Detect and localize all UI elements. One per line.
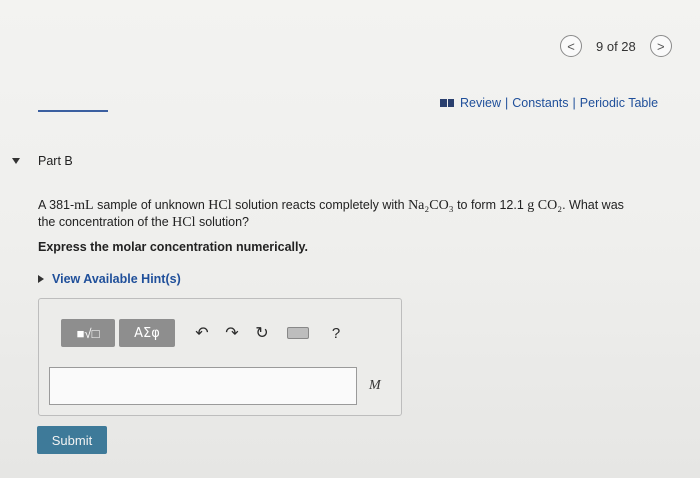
reset-icon[interactable]: ↻ — [255, 323, 269, 343]
resource-links: Review | Constants | Periodic Table — [440, 96, 658, 110]
question-segment: to form 12.1 — [453, 198, 528, 212]
book-icon — [440, 99, 454, 107]
expand-triangle-icon — [38, 275, 44, 283]
question-counter: 9 of 28 — [596, 38, 636, 54]
question-segment: A 381- — [38, 198, 75, 212]
question-navigation: < 9 of 28 > — [560, 35, 672, 57]
math-toolbar: ■√□ ΑΣφ ↶ ↷ ↻ ? — [61, 319, 343, 347]
question-segment: . What was — [562, 198, 624, 212]
constants-link[interactable]: Constants — [512, 96, 568, 110]
redo-icon[interactable]: ↷ — [225, 323, 239, 343]
formula-hcl: HCl — [208, 198, 232, 213]
unit-ml: mL — [74, 198, 94, 213]
question-segment: the concentration of the — [38, 215, 173, 229]
question-segment: solution reacts completely with — [231, 198, 409, 212]
formula-na2co3: Na₂CO₃ — [408, 198, 454, 213]
header-divider — [38, 110, 108, 112]
hint-label: View Available Hint(s) — [52, 272, 181, 286]
collapse-triangle-icon — [12, 158, 20, 164]
help-icon[interactable]: ? — [329, 325, 343, 342]
templates-button[interactable]: ■√□ — [61, 319, 115, 347]
review-link[interactable]: Review — [460, 96, 501, 110]
periodic-table-link[interactable]: Periodic Table — [580, 96, 658, 110]
answer-panel: ■√□ ΑΣφ ↶ ↷ ↻ ? M — [38, 298, 402, 416]
answer-instruction: Express the molar concentration numerica… — [38, 240, 308, 254]
link-separator: | — [505, 96, 509, 110]
previous-button[interactable]: < — [560, 35, 582, 57]
chevron-right-icon: > — [656, 38, 665, 54]
undo-icon[interactable]: ↶ — [195, 323, 209, 343]
submit-button[interactable]: Submit — [37, 426, 107, 454]
keyboard-icon[interactable] — [287, 327, 309, 339]
view-hints-toggle[interactable]: View Available Hint(s) — [38, 272, 181, 286]
part-header[interactable]: Part B — [12, 154, 73, 168]
answer-unit: M — [369, 378, 381, 393]
greek-symbols-button[interactable]: ΑΣφ — [119, 319, 175, 347]
formula-hcl: HCl — [172, 215, 196, 230]
part-title: Part B — [38, 154, 73, 168]
link-separator: | — [572, 96, 576, 110]
answer-input[interactable] — [49, 367, 357, 405]
question-text: A 381-mL sample of unknown HCl solution … — [38, 197, 688, 231]
next-button[interactable]: > — [649, 35, 672, 57]
question-segment: solution? — [195, 215, 249, 229]
formula-co2: CO₂ — [537, 198, 563, 213]
question-segment: sample of unknown — [93, 198, 209, 212]
chevron-left-icon: < — [567, 38, 575, 54]
